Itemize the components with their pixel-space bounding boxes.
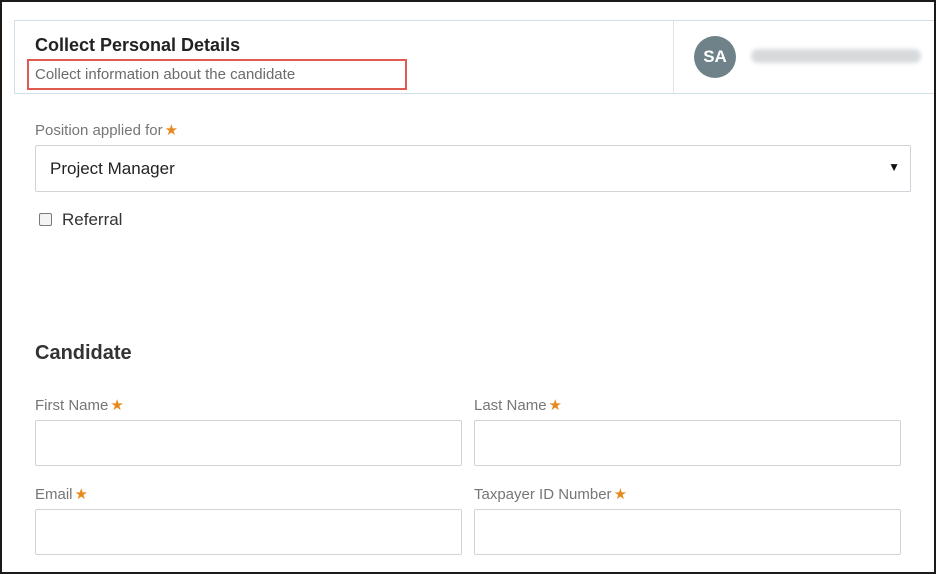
email-label: Email ★ — [35, 485, 88, 503]
user-name-blurred — [751, 49, 921, 63]
form-header: Collect Personal Details Collect informa… — [14, 20, 934, 94]
first-name-input[interactable] — [35, 420, 462, 466]
first-name-label: First Name ★ — [35, 396, 124, 414]
page-title: Collect Personal Details — [35, 35, 241, 55]
last-name-label: Last Name ★ — [474, 396, 562, 414]
email-input[interactable] — [35, 509, 462, 555]
avatar[interactable]: SA — [694, 36, 736, 78]
taxpayer-id-label: Taxpayer ID Number ★ — [474, 485, 627, 503]
required-star-icon: ★ — [74, 486, 88, 503]
position-label-text: Position applied for — [35, 122, 163, 139]
header-title-area: Collect Personal Details Collect informa… — [15, 21, 673, 93]
app-frame: Collect Personal Details Collect informa… — [0, 0, 936, 574]
required-star-icon: ★ — [110, 397, 124, 414]
position-label: Position applied for ★ — [35, 121, 178, 139]
required-star-icon: ★ — [613, 486, 628, 503]
required-star-icon: ★ — [164, 122, 179, 139]
email-label-text: Email — [35, 486, 73, 503]
referral-checkbox-label[interactable]: Referral — [62, 210, 122, 230]
dropdown-arrow-icon: ▼ — [888, 160, 900, 174]
position-select[interactable]: Project Manager ▼ — [35, 145, 911, 192]
referral-checkbox[interactable] — [39, 213, 52, 226]
taxpayer-id-label-text: Taxpayer ID Number — [474, 486, 612, 503]
last-name-input[interactable] — [474, 420, 901, 466]
first-name-label-text: First Name — [35, 397, 109, 414]
taxpayer-id-input[interactable] — [474, 509, 901, 555]
candidate-section-title: Candidate — [35, 342, 132, 364]
required-star-icon: ★ — [548, 397, 562, 414]
last-name-label-text: Last Name — [474, 397, 547, 414]
position-select-value: Project Manager — [50, 159, 175, 178]
page-subtitle: Collect information about the candidate — [35, 66, 296, 83]
header-divider — [673, 21, 674, 93]
